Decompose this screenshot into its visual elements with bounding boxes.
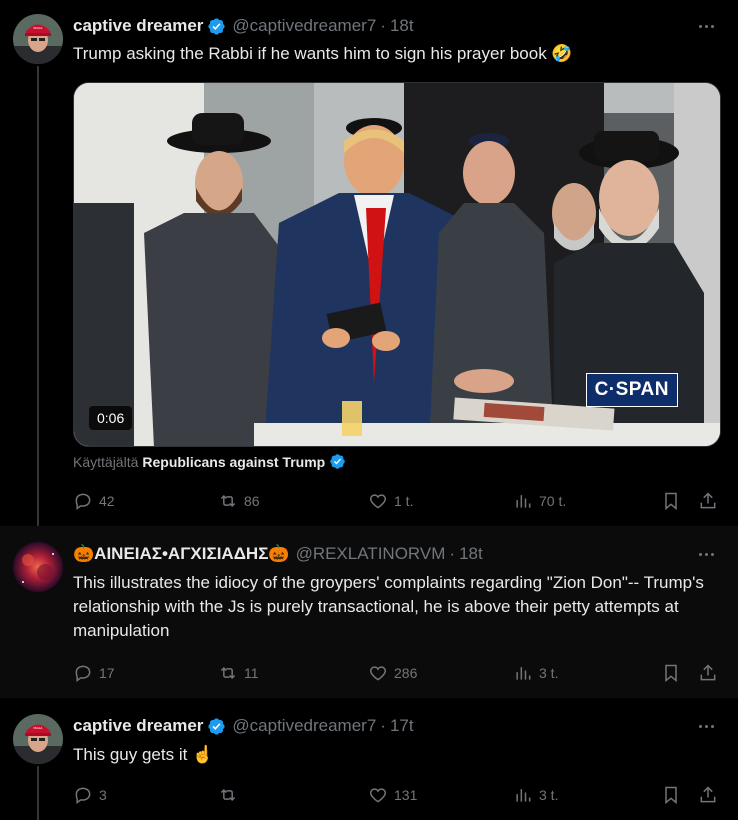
reply-count: 3: [99, 787, 107, 803]
verified-badge-icon: [208, 717, 226, 735]
views-icon: [516, 495, 531, 508]
share-icon: [700, 492, 716, 509]
tweet-actions: 3 131 3 t.: [73, 784, 723, 806]
video-duration: 0:06: [89, 406, 133, 430]
views-icon: [516, 789, 531, 802]
reply-icon: [75, 787, 91, 804]
views-button[interactable]: 3 t.: [513, 784, 558, 806]
thread-line: [37, 766, 39, 820]
repost-button[interactable]: 86: [218, 490, 260, 512]
heart-icon: [369, 494, 387, 509]
separator-dot: ·: [449, 544, 456, 563]
views-button[interactable]: 3 t.: [513, 662, 558, 684]
repost-icon: [220, 788, 236, 802]
author-name[interactable]: 🎃ΑΙΝΕΙΑΣ•ΑΓΧΙΣΙΑΔΗΣ🎃: [73, 544, 290, 564]
bookmark-icon: [665, 492, 677, 511]
attribution-prefix: Käyttäjältä: [73, 453, 139, 470]
video-player[interactable]: 0:06 C·SPAN: [73, 82, 721, 447]
heart-icon: [369, 788, 387, 803]
reply-count: 17: [99, 665, 115, 681]
views-button[interactable]: 70 t.: [513, 490, 566, 512]
author-handle[interactable]: @REXLATINORVM: [296, 544, 446, 564]
reply-button[interactable]: 42: [73, 490, 115, 512]
timestamp[interactable]: 18t: [459, 544, 483, 564]
more-options-icon[interactable]: [696, 544, 716, 564]
like-count: 131: [394, 787, 418, 803]
more-options-icon[interactable]: [696, 16, 716, 36]
share-icon: [700, 664, 716, 681]
reply-count: 42: [99, 493, 115, 509]
reply-button[interactable]: 17: [73, 662, 115, 684]
avatar[interactable]: [13, 542, 63, 592]
bookmark-button[interactable]: [661, 490, 681, 512]
like-button[interactable]: 286: [368, 662, 417, 684]
author-name[interactable]: captive dreamer: [73, 716, 203, 736]
view-count: 70 t.: [539, 493, 567, 509]
verified-badge-icon: [208, 17, 226, 35]
views-icon: [516, 667, 531, 680]
author-handle[interactable]: @captivedreamer7: [232, 16, 376, 36]
tweet-3[interactable]: MAGA captive dreamer @captivedreamer7 · …: [0, 698, 738, 820]
timestamp[interactable]: 18t: [390, 16, 414, 36]
video-attribution: Käyttäjältä Republicans against Trump: [73, 453, 346, 470]
heart-icon: [369, 666, 387, 681]
reply-button[interactable]: 3: [73, 784, 107, 806]
cspan-watermark: C·SPAN: [585, 373, 678, 407]
reply-icon: [75, 493, 91, 510]
like-count: 286: [394, 665, 418, 681]
bookmark-icon: [665, 786, 677, 805]
tweet-text: This guy gets it ☝️: [73, 745, 214, 764]
tweet-2[interactable]: 🎃ΑΙΝΕΙΑΣ•ΑΓΧΙΣΙΑΔΗΣ🎃 @REXLATINORVM · 18t…: [0, 526, 738, 698]
tweet-header: 🎃ΑΙΝΕΙΑΣ•ΑΓΧΙΣΙΑΔΗΣ🎃 @REXLATINORVM · 18t: [73, 543, 483, 565]
more-options-icon[interactable]: [696, 716, 716, 736]
svg-text:MAGA: MAGA: [34, 726, 44, 730]
like-button[interactable]: 1 t.: [368, 490, 413, 512]
repost-count: 86: [244, 493, 260, 509]
view-count: 3 t.: [539, 665, 559, 681]
separator-dot: ·: [380, 716, 386, 735]
tweet-text: Trump asking the Rabbi if he wants him t…: [73, 44, 573, 63]
tweet-actions: 42 86 1 t. 70 t.: [73, 490, 723, 512]
view-count: 3 t.: [539, 787, 559, 803]
bookmark-button[interactable]: [661, 784, 681, 806]
like-count: 1 t.: [394, 493, 414, 509]
timestamp[interactable]: 17t: [390, 716, 414, 736]
tweet-text: This illustrates the idiocy of the groyp…: [73, 573, 704, 640]
share-button[interactable]: [698, 662, 718, 684]
thread-line: [37, 66, 39, 526]
repost-icon: [220, 494, 236, 508]
author-handle[interactable]: @captivedreamer7: [232, 716, 376, 736]
attribution-name[interactable]: Republicans against Trump: [142, 454, 325, 470]
tweet-header: captive dreamer @captivedreamer7 · 17t: [73, 715, 414, 737]
author-name[interactable]: captive dreamer: [73, 16, 203, 36]
tweet-header: captive dreamer @captivedreamer7 · 18t: [73, 15, 414, 37]
bookmark-button[interactable]: [661, 662, 681, 684]
tweet-actions: 17 11 286 3 t.: [73, 662, 723, 684]
share-button[interactable]: [698, 490, 718, 512]
like-button[interactable]: 131: [368, 784, 417, 806]
share-icon: [700, 786, 716, 803]
repost-button[interactable]: [218, 784, 244, 806]
repost-icon: [220, 666, 236, 680]
repost-button[interactable]: 11: [218, 662, 259, 684]
svg-text:MAGA: MAGA: [34, 26, 44, 30]
repost-count: 11: [244, 665, 259, 681]
avatar[interactable]: MAGA: [13, 714, 63, 764]
verified-badge-icon: [330, 454, 345, 469]
share-button[interactable]: [698, 784, 718, 806]
bookmark-icon: [665, 664, 677, 683]
reply-icon: [75, 665, 91, 682]
tweet-1[interactable]: MAGA captive dreamer @captivedreamer7 · …: [0, 0, 738, 526]
separator-dot: ·: [380, 16, 386, 35]
avatar[interactable]: MAGA: [13, 14, 63, 64]
